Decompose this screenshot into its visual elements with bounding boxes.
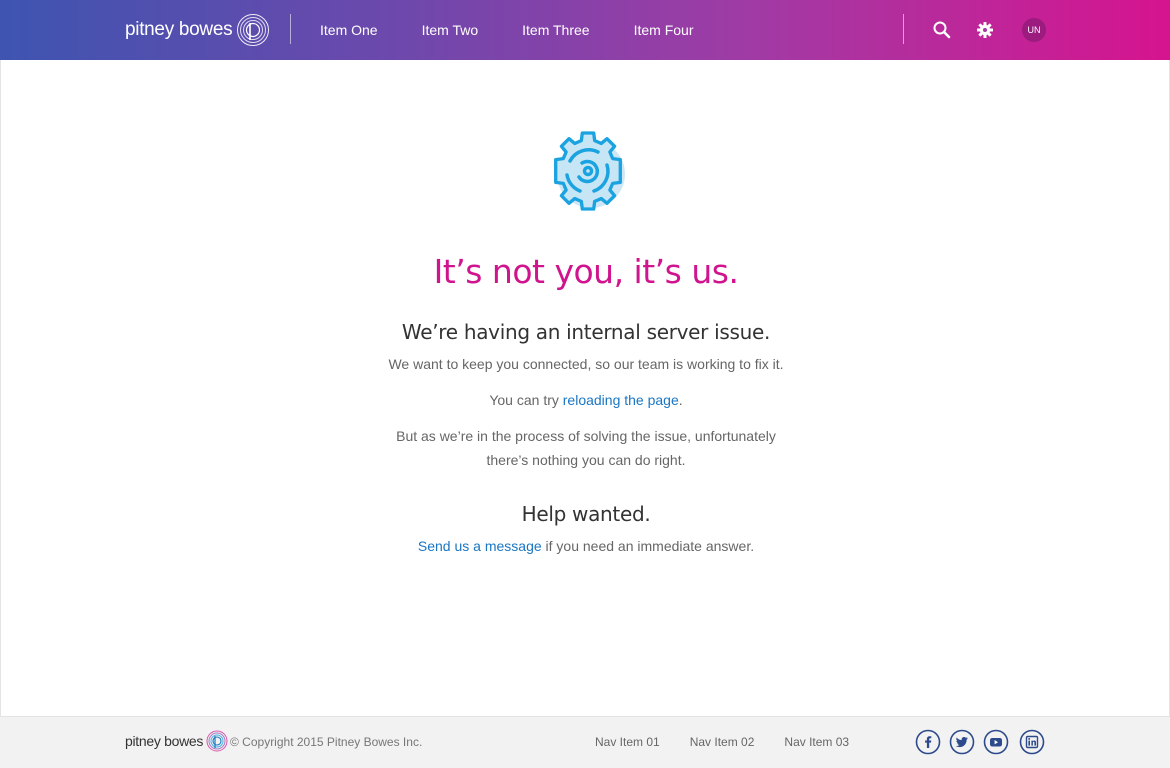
help-heading: Help wanted. <box>521 502 651 526</box>
nav-item-four[interactable]: Item Four <box>634 22 694 38</box>
reload-page-link[interactable]: reloading the page <box>563 392 679 408</box>
nav-item-three[interactable]: Item Three <box>522 22 589 38</box>
pitney-bowes-logo[interactable]: pitney bowes <box>125 13 270 47</box>
error-subheading: We’re having an internal server issue. <box>401 320 771 344</box>
nav-item-two[interactable]: Item Two <box>422 22 479 38</box>
help-text: Send us a message if you need an immedia… <box>1 534 1170 558</box>
footer-nav-item-03[interactable]: Nav Item 03 <box>784 735 849 749</box>
footer-nav-item-01[interactable]: Nav Item 01 <box>595 735 660 749</box>
error-content: It’s not you, it’s us. We’re having an i… <box>0 60 1170 716</box>
reload-suffix: . <box>678 392 683 408</box>
footer-logo[interactable]: pitney bowes <box>125 730 228 752</box>
error-headline: It’s not you, it’s us. <box>433 252 739 291</box>
error-description: We want to keep you connected, so our te… <box>388 356 784 372</box>
youtube-icon[interactable] <box>983 729 1009 755</box>
help-suffix: if you need an immediate answer. <box>541 538 755 554</box>
twitter-icon[interactable] <box>949 729 975 755</box>
search-icon[interactable] <box>932 20 952 40</box>
facebook-icon[interactable] <box>915 729 941 755</box>
gear-icon[interactable] <box>975 20 995 40</box>
resolution-note-line-1: But as we’re in the process of solving t… <box>396 428 776 444</box>
header-divider <box>290 14 291 44</box>
footer-nav-item-02[interactable]: Nav Item 02 <box>690 735 755 749</box>
reload-suggestion: You can try reloading the page. <box>1 388 1170 412</box>
footer-nav: Nav Item 01 Nav Item 02 Nav Item 03 <box>595 735 879 749</box>
logo-mark-icon <box>206 730 228 752</box>
user-avatar[interactable]: UN <box>1022 18 1046 42</box>
footer: pitney bowes © Copyright 2015 Pitney Bow… <box>0 716 1170 768</box>
reload-prefix: You can try <box>489 392 563 408</box>
logo-mark-icon <box>237 14 270 46</box>
logo-text: pitney bowes <box>125 19 233 40</box>
resolution-note-line-2: there’s nothing you can do right. <box>486 452 686 468</box>
gear-icon <box>554 131 625 211</box>
resolution-note: But as we’re in the process of solving t… <box>1 424 1170 472</box>
main-nav: Item One Item Two Item Three Item Four <box>320 0 737 60</box>
footer-logo-text: pitney bowes <box>125 733 204 749</box>
top-header: pitney bowes Item One Item Two Item Thre… <box>0 0 1170 60</box>
copyright-text: © Copyright 2015 Pitney Bowes Inc. <box>230 735 423 749</box>
linkedin-icon[interactable] <box>1019 729 1045 755</box>
header-divider-right <box>903 14 904 44</box>
send-message-link[interactable]: Send us a message <box>418 538 542 554</box>
nav-item-one[interactable]: Item One <box>320 22 378 38</box>
